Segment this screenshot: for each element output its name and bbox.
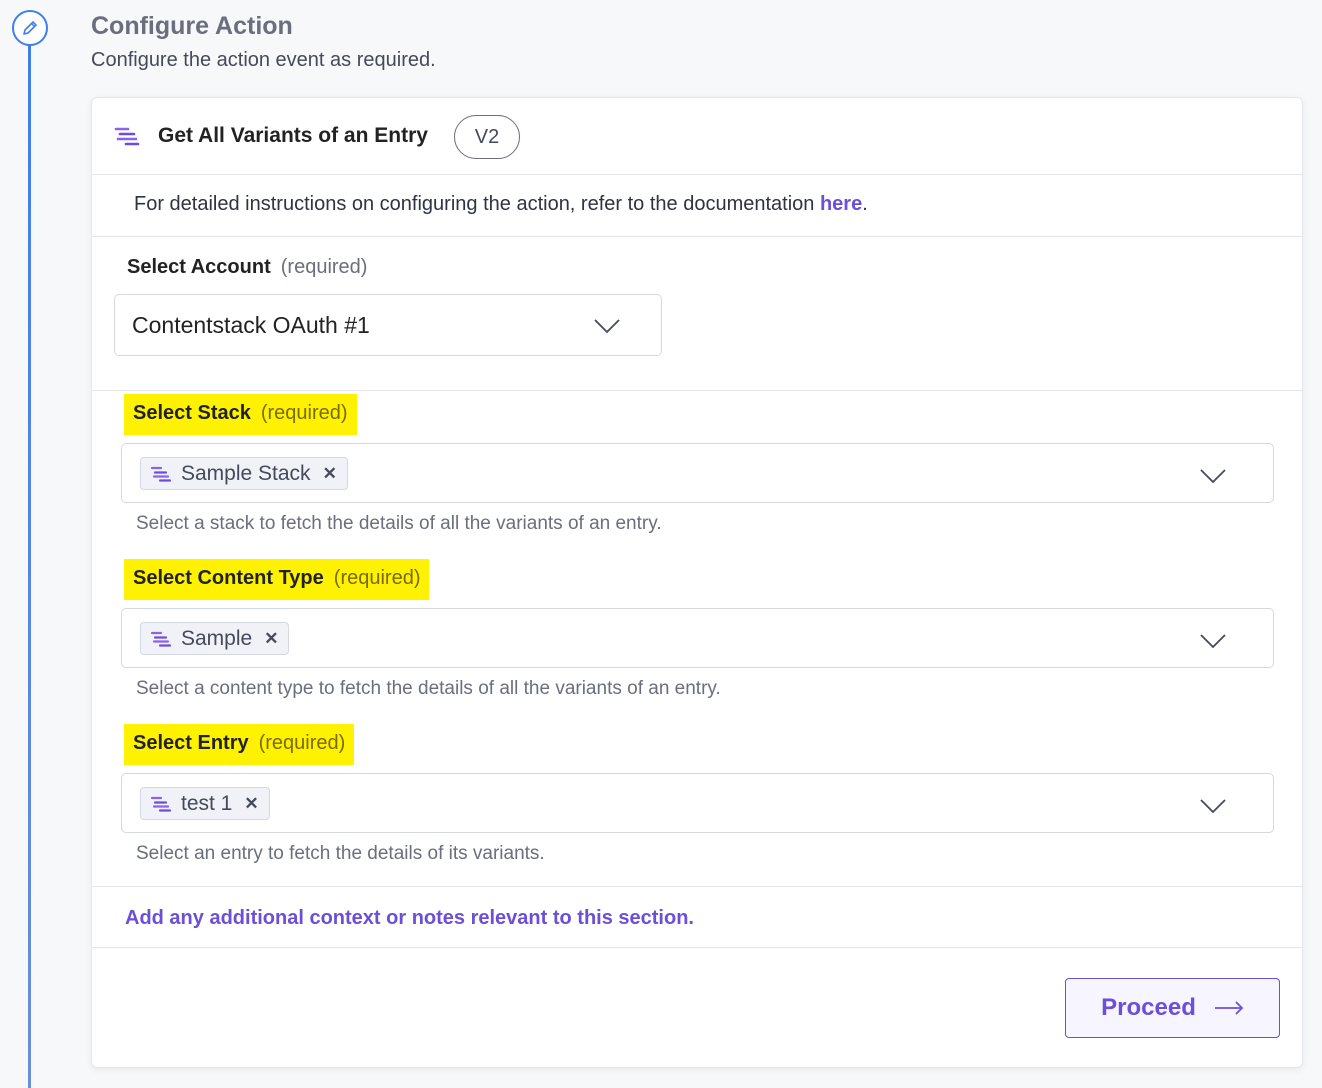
content-type-label-text: Select Content Type xyxy=(133,567,324,589)
required-indicator: (required) xyxy=(333,567,421,589)
action-title: Get All Variants of an Entry xyxy=(158,124,428,147)
chevron-down-icon xyxy=(594,319,620,334)
contentstack-logo-icon xyxy=(150,631,172,647)
stack-label-text: Select Stack xyxy=(133,402,251,424)
close-icon[interactable]: ✕ xyxy=(323,464,337,484)
chevron-down-icon[interactable] xyxy=(1199,633,1227,649)
proceed-label: Proceed xyxy=(1101,994,1196,1021)
action-config-card: Get All Variants of an Entry V2 For deta… xyxy=(91,97,1303,1068)
account-select-value: Contentstack OAuth #1 xyxy=(132,312,370,338)
version-badge: V2 xyxy=(454,115,520,159)
step-indicator xyxy=(12,10,48,46)
account-label-text: Select Account xyxy=(127,256,271,278)
contentstack-logo-icon xyxy=(114,127,140,146)
account-section: Select Account (required) Contentstack OA… xyxy=(92,237,1302,391)
entry-label-text: Select Entry xyxy=(133,732,249,754)
arrow-right-icon xyxy=(1214,1001,1244,1015)
entry-select[interactable]: test 1 ✕ xyxy=(121,773,1274,833)
close-icon[interactable]: ✕ xyxy=(244,794,258,814)
pencil-icon xyxy=(23,21,37,35)
chip-label: Sample xyxy=(181,626,253,650)
close-icon[interactable]: ✕ xyxy=(264,629,278,649)
chevron-down-icon[interactable] xyxy=(1199,798,1227,814)
required-indicator: (required) xyxy=(280,256,368,278)
required-indicator: (required) xyxy=(258,732,346,754)
contentstack-logo-icon xyxy=(150,796,172,812)
documentation-text: For detailed instructions on configuring… xyxy=(134,193,868,216)
documentation-link[interactable]: here xyxy=(820,193,862,215)
selected-chip-entry: test 1 ✕ xyxy=(140,787,270,820)
chip-label: test 1 xyxy=(181,791,233,815)
card-header: Get All Variants of an Entry V2 xyxy=(92,98,1302,175)
notes-section: Add any additional context or notes rele… xyxy=(92,886,1302,948)
chevron-down-icon[interactable] xyxy=(1199,468,1227,484)
content-type-select[interactable]: Sample ✕ xyxy=(121,608,1274,668)
account-label: Select Account (required) xyxy=(127,256,367,279)
stack-label: Select Stack (required) xyxy=(124,394,357,435)
entry-helper-text: Select an entry to fetch the details of … xyxy=(136,843,545,864)
documentation-text-body: For detailed instructions on configuring… xyxy=(134,193,820,215)
account-select[interactable]: Contentstack OAuth #1 xyxy=(114,294,662,356)
contentstack-logo-icon xyxy=(150,466,172,482)
stack-helper-text: Select a stack to fetch the details of a… xyxy=(136,513,662,534)
add-notes-link[interactable]: Add any additional context or notes rele… xyxy=(125,907,694,930)
selected-chip-content-type: Sample ✕ xyxy=(140,622,290,655)
content-type-helper-text: Select a content type to fetch the detai… xyxy=(136,678,721,699)
selected-chip-stack: Sample Stack ✕ xyxy=(140,457,348,490)
stack-select[interactable]: Sample Stack ✕ xyxy=(121,443,1274,503)
proceed-button[interactable]: Proceed xyxy=(1065,978,1280,1038)
documentation-notice: For detailed instructions on configuring… xyxy=(92,175,1302,237)
page-title: Configure Action xyxy=(91,12,293,40)
content-type-label: Select Content Type (required) xyxy=(124,559,430,600)
timeline-line xyxy=(28,40,31,1088)
documentation-suffix: . xyxy=(862,193,868,215)
entry-label: Select Entry (required) xyxy=(124,724,355,765)
required-indicator: (required) xyxy=(260,402,348,424)
page-subtitle: Configure the action event as required. xyxy=(91,49,436,71)
chip-label: Sample Stack xyxy=(181,461,311,485)
